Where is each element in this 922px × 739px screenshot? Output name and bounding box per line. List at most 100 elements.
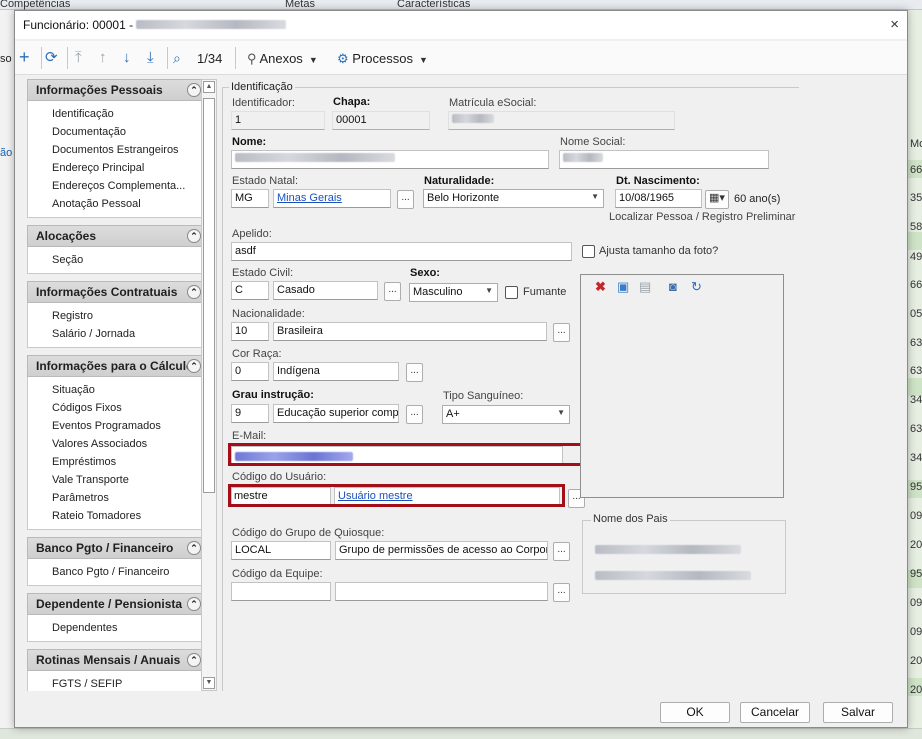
collapse-icon[interactable]: ⌃ <box>187 541 201 555</box>
collapse-icon[interactable]: ⌃ <box>187 359 201 373</box>
scroll-down-icon[interactable]: ▼ <box>203 677 215 689</box>
sidebar-item-documentacao[interactable]: Documentação <box>52 123 204 141</box>
identifier-field[interactable]: 1 <box>231 111 325 130</box>
sidebar-item-eventos-programados[interactable]: Eventos Programados <box>52 417 204 435</box>
collapse-icon[interactable]: ⌃ <box>187 653 201 667</box>
add-icon[interactable]: + <box>19 48 30 66</box>
save-button[interactable]: Salvar <box>823 702 893 723</box>
photo-panel[interactable]: ✖ ▣ ▤ ◙ ↻ <box>580 274 784 498</box>
delete-photo-icon[interactable]: ✖ <box>595 280 606 294</box>
processes-menu[interactable]: ⚙ Processos ▼ <box>337 51 428 67</box>
sidebar-group-header[interactable]: Informações Contratuais ⌃ <box>27 281 205 303</box>
social-name-label: Nome Social: <box>560 136 626 148</box>
nickname-label: Apelido: <box>232 228 272 240</box>
nationality-lookup-button[interactable]: ... <box>553 323 570 342</box>
civil-status-name[interactable]: Casado <box>273 281 378 300</box>
locate-person-link[interactable]: Localizar Pessoa / Registro Preliminar <box>609 211 795 223</box>
sidebar-scrollbar[interactable]: ▲ ▼ <box>201 79 217 691</box>
sidebar-group-header[interactable]: Banco Pgto / Financeiro ⌃ <box>27 537 205 559</box>
adjust-photo-checkbox[interactable] <box>582 245 595 258</box>
race-name[interactable]: Indígena <box>273 362 399 381</box>
sidebar-group-header[interactable]: Informações Pessoais ⌃ <box>27 79 205 101</box>
collapse-icon[interactable]: ⌃ <box>187 229 201 243</box>
birth-state-code[interactable]: MG <box>231 189 269 208</box>
birth-state-lookup-button[interactable]: ... <box>397 190 414 209</box>
collapse-icon[interactable]: ⌃ <box>187 285 201 299</box>
search-icon[interactable]: ⌕ <box>173 50 181 66</box>
naturalidade-select[interactable]: Belo Horizonte ▼ <box>423 189 604 208</box>
civil-status-lookup-button[interactable]: ... <box>384 282 401 301</box>
social-name-field[interactable] <box>559 150 769 169</box>
sidebar-item-vale-transporte[interactable]: Vale Transporte <box>52 471 204 489</box>
blood-type-select[interactable]: A+ ▼ <box>442 405 570 424</box>
sidebar-item-parametros[interactable]: Parâmetros <box>52 489 204 507</box>
bg-tab-caracteristicas[interactable]: Características <box>397 0 470 10</box>
nationality-name[interactable]: Brasileira <box>273 322 547 341</box>
bg-tab-competencias[interactable]: Competências <box>0 0 70 10</box>
nationality-code[interactable]: 10 <box>231 322 269 341</box>
collapse-icon[interactable]: ⌃ <box>187 83 201 97</box>
sidebar-group-header[interactable]: Dependente / Pensionista ⌃ <box>27 593 205 615</box>
sidebar-group-header[interactable]: Rotinas Mensais / Anuais ⌃ <box>27 649 205 671</box>
sidebar-item-rateio-tomadores[interactable]: Rateio Tomadores <box>52 507 204 525</box>
sidebar-item-documentos-estrangeiros[interactable]: Documentos Estrangeiros <box>52 141 204 159</box>
collapse-icon[interactable]: ⌃ <box>187 597 201 611</box>
sidebar-item-situacao[interactable]: Situação <box>52 381 204 399</box>
rotate-icon[interactable]: ↻ <box>691 280 702 294</box>
team-name-field[interactable] <box>335 582 548 601</box>
kiosk-group-lookup-button[interactable]: ... <box>553 542 570 561</box>
education-name[interactable]: Educação superior compl <box>273 404 399 423</box>
esocial-field[interactable] <box>448 111 675 130</box>
team-lookup-button[interactable]: ... <box>553 583 570 602</box>
sidebar-item-secao[interactable]: Seção <box>52 251 204 269</box>
kiosk-group-code[interactable]: LOCAL <box>231 541 331 560</box>
sidebar-item-anotacao-pessoal[interactable]: Anotação Pessoal <box>52 195 204 213</box>
name-field[interactable] <box>231 150 549 169</box>
bg-tab-metas[interactable]: Metas <box>285 0 315 10</box>
dialog-titlebar[interactable]: Funcionário: 00001 - × <box>15 11 907 39</box>
refresh-icon[interactable]: ⟳ <box>45 50 58 66</box>
sidebar-item-emprestimos[interactable]: Empréstimos <box>52 453 204 471</box>
next-record-icon[interactable]: ↓ <box>123 50 131 66</box>
scrollbar-thumb[interactable] <box>203 98 215 493</box>
cancel-button[interactable]: Cancelar <box>740 702 810 723</box>
employee-dialog: Funcionário: 00001 - × + ⟳ ⤒ ↑ ↓ ⤓ ⌕ 1/3… <box>14 10 908 728</box>
sidebar-group-header[interactable]: Informações para o Cálculo ⌃ <box>27 355 205 377</box>
sex-select[interactable]: Masculino ▼ <box>409 283 498 302</box>
sidebar-item-identificacao[interactable]: Identificação <box>52 105 204 123</box>
race-code[interactable]: 0 <box>231 362 269 381</box>
sidebar-item-endereco-principal[interactable]: Endereço Principal <box>52 159 204 177</box>
birth-state-name[interactable]: Minas Gerais <box>273 189 391 208</box>
redacted-mother-name <box>595 571 751 580</box>
sidebar-item-fgts-sefip[interactable]: FGTS / SEFIP <box>52 675 204 691</box>
race-lookup-button[interactable]: ... <box>406 363 423 382</box>
sidebar-item-banco-pgto[interactable]: Banco Pgto / Financeiro <box>52 563 204 581</box>
ok-button[interactable]: OK <box>660 702 730 723</box>
sidebar-item-valores-associados[interactable]: Valores Associados <box>52 435 204 453</box>
camera-icon[interactable]: ◙ <box>669 280 677 294</box>
sidebar-group-header[interactable]: Alocações ⌃ <box>27 225 205 247</box>
previous-record-icon[interactable]: ↑ <box>99 50 107 66</box>
team-code-field[interactable] <box>231 582 331 601</box>
save-photo-icon[interactable]: ▤ <box>639 280 651 294</box>
civil-status-code[interactable]: C <box>231 281 269 300</box>
chapa-field[interactable]: 00001 <box>332 111 430 130</box>
sidebar-item-salario-jornada[interactable]: Salário / Jornada <box>52 325 204 343</box>
image-icon[interactable]: ▣ <box>617 280 629 294</box>
close-icon[interactable]: × <box>890 16 899 33</box>
last-record-icon[interactable]: ⤓ <box>147 50 154 66</box>
sidebar-item-enderecos-complementares[interactable]: Endereços Complementa... <box>52 177 204 195</box>
education-code[interactable]: 9 <box>231 404 269 423</box>
first-record-icon[interactable]: ⤒ <box>75 50 82 66</box>
kiosk-group-name[interactable]: Grupo de permissões de acesso ao Corpore… <box>335 541 548 560</box>
education-lookup-button[interactable]: ... <box>406 405 423 424</box>
sidebar-item-registro[interactable]: Registro <box>52 307 204 325</box>
smoker-checkbox[interactable] <box>505 286 518 299</box>
sidebar-item-dependentes[interactable]: Dependentes <box>52 619 204 637</box>
birth-date-field[interactable]: 10/08/1965 <box>615 189 702 208</box>
nickname-field[interactable]: asdf <box>231 242 572 261</box>
sidebar-item-codigos-fixos[interactable]: Códigos Fixos <box>52 399 204 417</box>
scroll-up-icon[interactable]: ▲ <box>203 81 215 93</box>
attachments-menu[interactable]: ⚲ Anexos ▼ <box>247 51 318 67</box>
calendar-icon[interactable]: ▦▾ <box>705 190 729 209</box>
